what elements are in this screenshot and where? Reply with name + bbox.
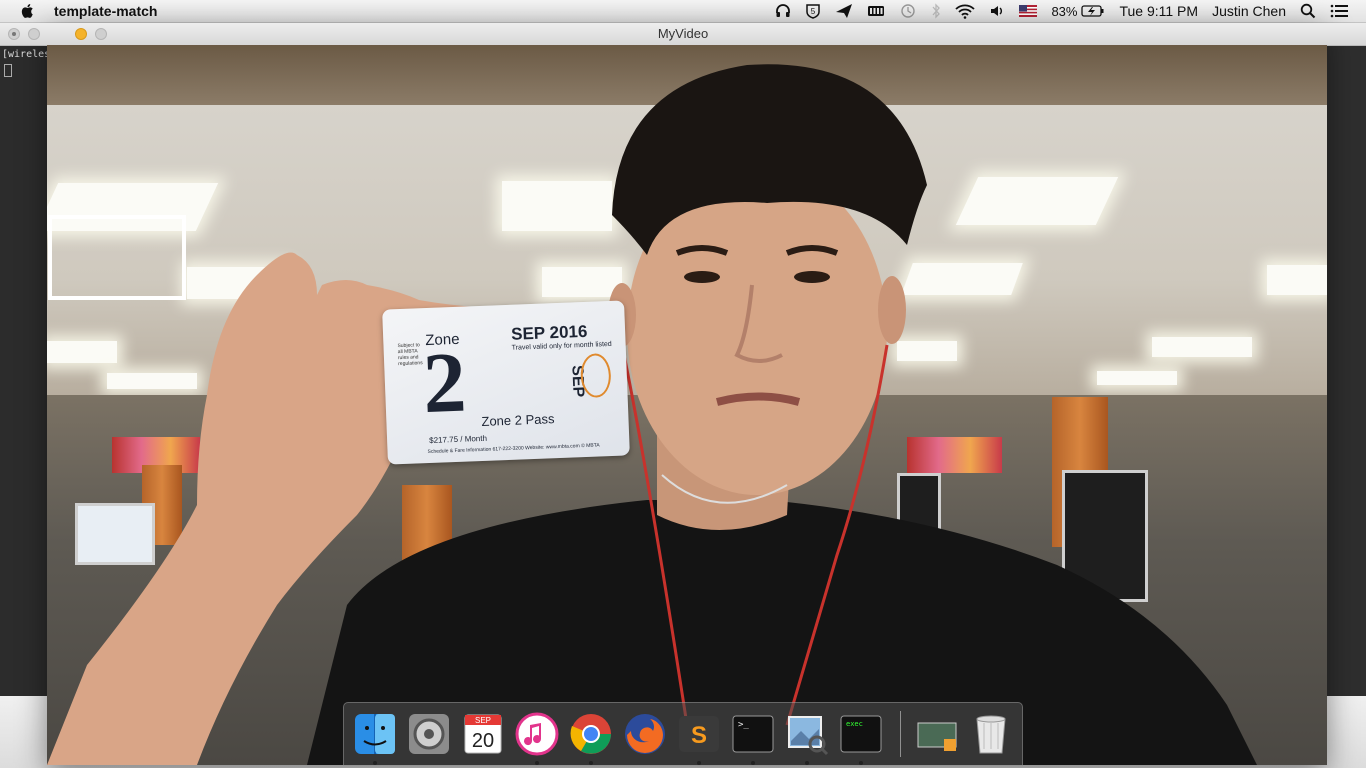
terminal-icon[interactable]: >_ [730, 711, 776, 765]
pass-logo-icon [579, 352, 612, 399]
battery-icon[interactable] [1081, 4, 1105, 18]
running-indicator [751, 761, 755, 765]
svg-text:5: 5 [811, 7, 816, 16]
status-area: 5 83% Tue 9:11 PM Justin Chen [768, 0, 1366, 22]
calendar-day: 20 [472, 730, 494, 752]
running-indicator [535, 761, 539, 765]
running-indicator [697, 761, 701, 765]
chrome-icon[interactable] [568, 711, 614, 765]
pass-fine-print: Subject to all MBTA rules and regulation… [397, 342, 423, 368]
running-indicator [589, 761, 593, 765]
clock[interactable]: Tue 9:11 PM [1119, 3, 1198, 19]
sublime-icon[interactable]: S [676, 711, 722, 765]
exec-icon[interactable]: exec [838, 711, 884, 765]
transit-pass-card: Subject to all MBTA rules and regulation… [382, 300, 630, 465]
window-title: MyVideo [657, 26, 709, 41]
running-indicator [805, 761, 809, 765]
template-match-box [48, 215, 186, 300]
bluetooth-icon[interactable] [931, 3, 941, 19]
shield-icon[interactable]: 5 [805, 3, 821, 19]
person [47, 64, 1257, 765]
app-menu-name[interactable]: template-match [54, 3, 157, 19]
send-icon[interactable] [835, 3, 853, 19]
window-titlebar[interactable]: MyVideo [0, 23, 1366, 46]
user-name[interactable]: Justin Chen [1212, 3, 1286, 19]
pass-footer: Schedule & Fare Information 617-222-3200… [427, 442, 600, 456]
preview-icon[interactable] [784, 711, 830, 765]
firefox-icon[interactable] [622, 711, 668, 757]
battery-percent: 83% [1051, 3, 1078, 19]
dock-separator [900, 711, 901, 757]
finder-icon[interactable] [352, 711, 398, 765]
wifi-icon[interactable] [955, 3, 976, 19]
search-icon[interactable] [1300, 3, 1316, 19]
dock: SEP 20 S >_ exec [343, 702, 1023, 766]
calendar-icon[interactable]: SEP 20 [460, 711, 506, 757]
pass-price: $217.75 / Month [428, 433, 488, 445]
calendar-month: SEP [475, 716, 491, 725]
screen-icon[interactable] [914, 711, 960, 757]
itunes-icon[interactable] [514, 711, 560, 765]
time-machine-icon[interactable] [899, 3, 917, 19]
menu-bar: template-match 5 83% Tue 9:11 PM Justin … [0, 0, 1366, 23]
volume-icon[interactable] [989, 3, 1005, 19]
pass-zone-number: 2 [421, 333, 468, 432]
video-frame: Subject to all MBTA rules and regulation… [47, 45, 1327, 765]
terminal-text: [wireles [2, 49, 51, 60]
flag-icon[interactable] [1019, 5, 1038, 17]
keyboard-icon[interactable] [867, 4, 885, 18]
headphones-icon[interactable] [775, 3, 791, 19]
svg-text:S: S [691, 722, 707, 749]
system-preferences-icon[interactable] [406, 711, 452, 757]
running-indicator [373, 761, 377, 765]
trash-icon[interactable] [968, 711, 1014, 757]
list-icon[interactable] [1330, 4, 1348, 18]
running-indicator [859, 761, 863, 765]
terminal-right-edge [1327, 44, 1366, 696]
exec-label: exec [846, 720, 863, 728]
apple-icon[interactable] [20, 3, 34, 19]
terminal-cursor [4, 64, 12, 77]
svg-text:>_: >_ [738, 720, 749, 730]
video-window: MyVideo Subject to all MBTA rules and re… [0, 23, 1366, 765]
pass-name: Zone 2 Pass [481, 411, 555, 429]
